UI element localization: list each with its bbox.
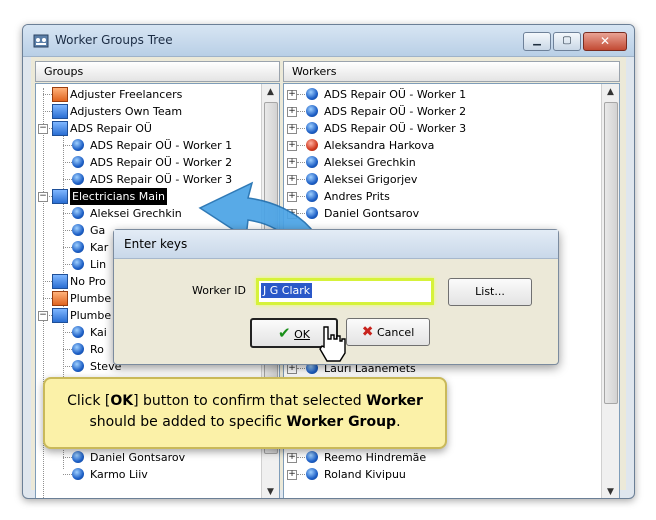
hand-cursor-icon (319, 326, 346, 362)
instruction-tooltip: Click [OK] button to confirm that select… (43, 377, 447, 449)
tooltip-line-1: Click [OK] button to confirm that select… (67, 393, 423, 409)
tooltip-line-2: should be added to specific Worker Group… (89, 414, 401, 430)
